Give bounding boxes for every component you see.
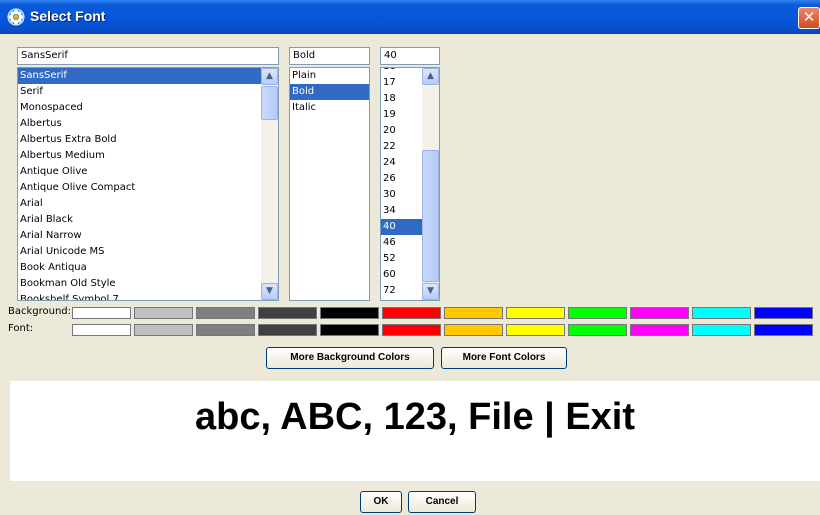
scroll-up-icon[interactable]: ▲ bbox=[422, 68, 439, 85]
font-family-item[interactable]: SansSerif bbox=[18, 68, 261, 84]
font-family-list[interactable]: SansSerif Serif Monospaced Albertus Albertus… bbox=[17, 67, 279, 301]
font-color-swatch[interactable] bbox=[134, 324, 193, 336]
scroll-down-icon[interactable]: ▼ bbox=[261, 283, 278, 300]
font-family-item[interactable]: Albertus Extra Bold bbox=[18, 132, 261, 148]
font-style-item[interactable]: Plain bbox=[290, 68, 369, 84]
font-color-swatch[interactable] bbox=[444, 324, 503, 336]
title-bar[interactable]: Select Font ✕ bbox=[0, 0, 820, 34]
font-family-field[interactable]: SansSerif bbox=[17, 47, 279, 65]
background-color-swatch[interactable] bbox=[568, 307, 627, 319]
font-size-field[interactable]: 40 bbox=[380, 47, 440, 65]
font-family-item[interactable]: Book Antiqua bbox=[18, 260, 261, 276]
font-size-item[interactable]: 22 bbox=[381, 139, 422, 155]
font-style-field[interactable]: Bold bbox=[289, 47, 370, 65]
font-color-swatch[interactable] bbox=[320, 324, 379, 336]
font-size-item[interactable]: 46 bbox=[381, 235, 422, 251]
font-size-item[interactable]: 16 bbox=[381, 68, 422, 75]
font-size-item[interactable]: 30 bbox=[381, 187, 422, 203]
scroll-thumb[interactable] bbox=[261, 86, 278, 120]
font-family-item[interactable]: Arial Unicode MS bbox=[18, 244, 261, 260]
font-color-swatch[interactable] bbox=[754, 324, 813, 336]
size-scrollbar[interactable]: ▲ ▼ bbox=[422, 68, 439, 300]
preview-panel: abc, ABC, 123, File | Exit bbox=[10, 381, 820, 481]
background-color-swatch[interactable] bbox=[382, 307, 441, 319]
background-color-swatch[interactable] bbox=[630, 307, 689, 319]
background-color-swatch[interactable] bbox=[506, 307, 565, 319]
font-color-swatch[interactable] bbox=[506, 324, 565, 336]
font-color-swatch[interactable] bbox=[382, 324, 441, 336]
font-size-list[interactable]: 161718192022242630344046526072 ▲ ▼ bbox=[380, 67, 440, 301]
select-font-dialog: Select Font ✕ SansSerif SansSerif Serif Mo… bbox=[0, 0, 820, 515]
window-title: Select Font bbox=[30, 8, 106, 24]
background-color-swatch[interactable] bbox=[320, 307, 379, 319]
font-color-swatch[interactable] bbox=[568, 324, 627, 336]
font-size-item[interactable]: 72 bbox=[381, 283, 422, 299]
background-color-swatch[interactable] bbox=[196, 307, 255, 319]
font-color-swatch[interactable] bbox=[630, 324, 689, 336]
cancel-button[interactable]: Cancel bbox=[408, 491, 476, 513]
background-color-swatch[interactable] bbox=[134, 307, 193, 319]
font-size-item[interactable]: 34 bbox=[381, 203, 422, 219]
font-size-item[interactable]: 26 bbox=[381, 171, 422, 187]
font-family-item[interactable]: Arial bbox=[18, 196, 261, 212]
font-family-item[interactable]: Antique Olive bbox=[18, 164, 261, 180]
font-color-swatch[interactable] bbox=[258, 324, 317, 336]
background-color-swatch[interactable] bbox=[754, 307, 813, 319]
more-background-colors-button[interactable]: More Background Colors bbox=[266, 347, 434, 369]
font-style-item[interactable]: Italic bbox=[290, 100, 369, 116]
close-icon: ✕ bbox=[802, 8, 816, 26]
font-size-item[interactable]: 24 bbox=[381, 155, 422, 171]
font-color-swatch[interactable] bbox=[72, 324, 131, 336]
scroll-up-icon[interactable]: ▲ bbox=[261, 68, 278, 85]
font-family-item[interactable]: Bookman Old Style bbox=[18, 276, 261, 292]
font-color-label: Font: bbox=[8, 323, 34, 334]
font-family-item[interactable]: Serif bbox=[18, 84, 261, 100]
background-color-swatch[interactable] bbox=[72, 307, 131, 319]
font-family-item[interactable]: Bookshelf Symbol 7 bbox=[18, 292, 261, 300]
background-color-swatch[interactable] bbox=[258, 307, 317, 319]
font-size-item[interactable]: 60 bbox=[381, 267, 422, 283]
background-color-swatch[interactable] bbox=[692, 307, 751, 319]
close-button[interactable]: ✕ bbox=[798, 7, 820, 29]
font-size-item[interactable]: 52 bbox=[381, 251, 422, 267]
background-label: Background: bbox=[8, 306, 72, 317]
scroll-thumb[interactable] bbox=[422, 150, 439, 282]
font-family-item[interactable]: Albertus bbox=[18, 116, 261, 132]
font-style-list[interactable]: Plain Bold Italic bbox=[289, 67, 370, 301]
more-font-colors-button[interactable]: More Font Colors bbox=[441, 347, 567, 369]
family-scrollbar[interactable]: ▲ ▼ bbox=[261, 68, 278, 300]
font-color-swatch[interactable] bbox=[692, 324, 751, 336]
font-family-item[interactable]: Albertus Medium bbox=[18, 148, 261, 164]
font-size-item[interactable]: 20 bbox=[381, 123, 422, 139]
font-family-item[interactable]: Monospaced bbox=[18, 100, 261, 116]
font-size-item[interactable]: 40 bbox=[381, 219, 422, 235]
font-size-item[interactable]: 17 bbox=[381, 75, 422, 91]
font-family-item[interactable]: Arial Narrow bbox=[18, 228, 261, 244]
preview-text: abc, ABC, 123, File | Exit bbox=[194, 396, 636, 438]
font-size-item[interactable]: 18 bbox=[381, 91, 422, 107]
font-color-swatch[interactable] bbox=[196, 324, 255, 336]
font-style-item[interactable]: Bold bbox=[290, 84, 369, 100]
font-family-item[interactable]: Arial Black bbox=[18, 212, 261, 228]
font-size-item[interactable]: 19 bbox=[381, 107, 422, 123]
font-family-item[interactable]: Antique Olive Compact bbox=[18, 180, 261, 196]
gear-flower-icon bbox=[7, 8, 25, 26]
ok-button[interactable]: OK bbox=[360, 491, 402, 513]
background-color-swatch[interactable] bbox=[444, 307, 503, 319]
scroll-down-icon[interactable]: ▼ bbox=[422, 283, 439, 300]
